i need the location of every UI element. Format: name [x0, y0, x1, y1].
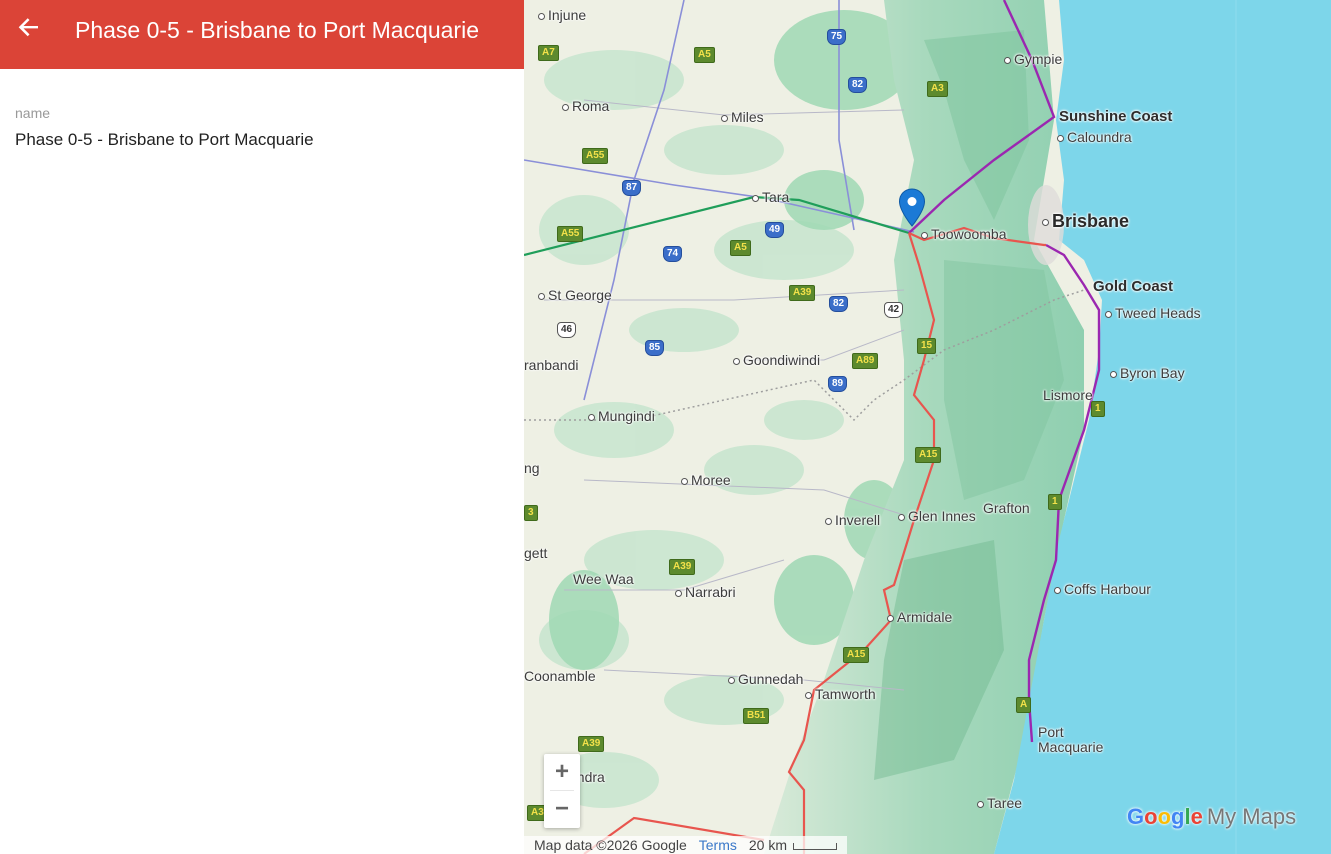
road-shield: A55: [582, 148, 609, 164]
map-pin-icon[interactable]: [898, 188, 926, 228]
terms-link[interactable]: Terms: [699, 837, 737, 853]
road-shield: 82: [848, 77, 868, 93]
feature-title: Phase 0-5 - Brisbane to Port Macquarie: [75, 17, 479, 43]
town-label: Sunshine Coast: [1059, 108, 1173, 125]
town-label: Byron Bay: [1110, 365, 1185, 381]
road-shield: 75: [827, 29, 847, 45]
road-shield: A39: [578, 736, 605, 752]
town-label: Glen Innes: [898, 508, 976, 524]
road-shield: A89: [852, 353, 879, 369]
road-shield: 3: [524, 505, 538, 521]
town-label: Coonamble: [524, 668, 596, 684]
road-shield: 87: [622, 180, 642, 196]
town-label: Macquarie: [1038, 739, 1104, 755]
town-label: Tara: [752, 189, 789, 205]
arrow-back-icon: [18, 18, 38, 37]
zoom-out-button[interactable]: −: [544, 791, 580, 827]
road-shield: A39: [789, 285, 816, 301]
attribution-text: Map data ©2026 Google: [534, 837, 687, 853]
town-label: Narrabri: [675, 584, 736, 600]
town-label: St George: [538, 287, 612, 303]
road-shield: A7: [538, 45, 559, 61]
town-label: Tamworth: [805, 686, 876, 702]
map-attribution: Map data ©2026 Google Terms 20 km: [524, 836, 848, 854]
town-label: Inverell: [825, 512, 880, 528]
zoom-control: + −: [544, 754, 580, 828]
road-shield: 49: [765, 222, 785, 238]
road-shield: A55: [557, 226, 584, 242]
town-label: Mungindi: [588, 408, 655, 424]
road-shield: 1: [1091, 401, 1105, 417]
town-label: Brisbane: [1042, 211, 1129, 232]
town-label: Toowoomba: [921, 226, 1007, 242]
road-shield: A5: [694, 47, 715, 63]
zoom-in-button[interactable]: +: [544, 754, 580, 790]
road-shield: 89: [828, 376, 848, 392]
road-shield: 85: [645, 340, 665, 356]
field-value-name: Phase 0-5 - Brisbane to Port Macquarie: [15, 130, 314, 149]
town-label: Tweed Heads: [1105, 305, 1201, 321]
field-label-name: name: [15, 105, 51, 121]
town-label: Caloundra: [1057, 129, 1132, 145]
town-label: Injune: [538, 7, 586, 23]
road-shield: A3: [927, 81, 948, 97]
road-shield: 74: [663, 246, 683, 262]
town-label: Moree: [681, 472, 731, 488]
road-shield: 46: [557, 322, 577, 338]
my-maps-app: Phase 0-5 - Brisbane to Port Macquarie n…: [0, 0, 1331, 854]
town-label: Gympie: [1004, 51, 1062, 67]
road-shield: A39: [669, 559, 696, 575]
road-shield: 15: [917, 338, 937, 354]
town-label: Gunnedah: [728, 671, 803, 687]
map-canvas[interactable]: Injune Roma Miles Gympie Sunshine Coast …: [524, 0, 1331, 854]
town-label: Gold Coast: [1093, 278, 1174, 295]
town-label: Taree: [977, 795, 1022, 811]
road-shield: A5: [730, 240, 751, 256]
scale-label[interactable]: 20 km: [749, 837, 787, 853]
google-my-maps-logo: Google My Maps: [1127, 804, 1297, 829]
road-shield: 42: [884, 302, 904, 318]
town-label: ranbandi: [524, 357, 579, 373]
town-label: Wee Waa: [573, 571, 634, 587]
scale-bar: [793, 842, 838, 850]
town-label: Roma: [562, 98, 609, 114]
town-label: Grafton: [983, 500, 1030, 516]
town-label: gett: [524, 545, 548, 561]
back-button[interactable]: [10, 8, 48, 46]
details-panel: Phase 0-5 - Brisbane to Port Macquarie n…: [0, 0, 524, 854]
map-base-layer: [524, 0, 1331, 854]
road-shield: B51: [743, 708, 770, 724]
road-shield: A: [1016, 697, 1032, 713]
town-label: Lismore: [1043, 387, 1093, 403]
town-label: ng: [524, 460, 540, 476]
road-shield: 82: [829, 296, 849, 312]
town-label: Miles: [721, 109, 764, 125]
town-label: Port: [1038, 724, 1064, 740]
town-label: Coffs Harbour: [1054, 581, 1151, 597]
town-label: Armidale: [887, 609, 952, 625]
road-shield: A15: [843, 647, 870, 663]
panel-header: Phase 0-5 - Brisbane to Port Macquarie: [0, 0, 524, 69]
road-shield: A15: [915, 447, 942, 463]
road-shield: 1: [1048, 494, 1062, 510]
town-label: Goondiwindi: [733, 352, 820, 368]
